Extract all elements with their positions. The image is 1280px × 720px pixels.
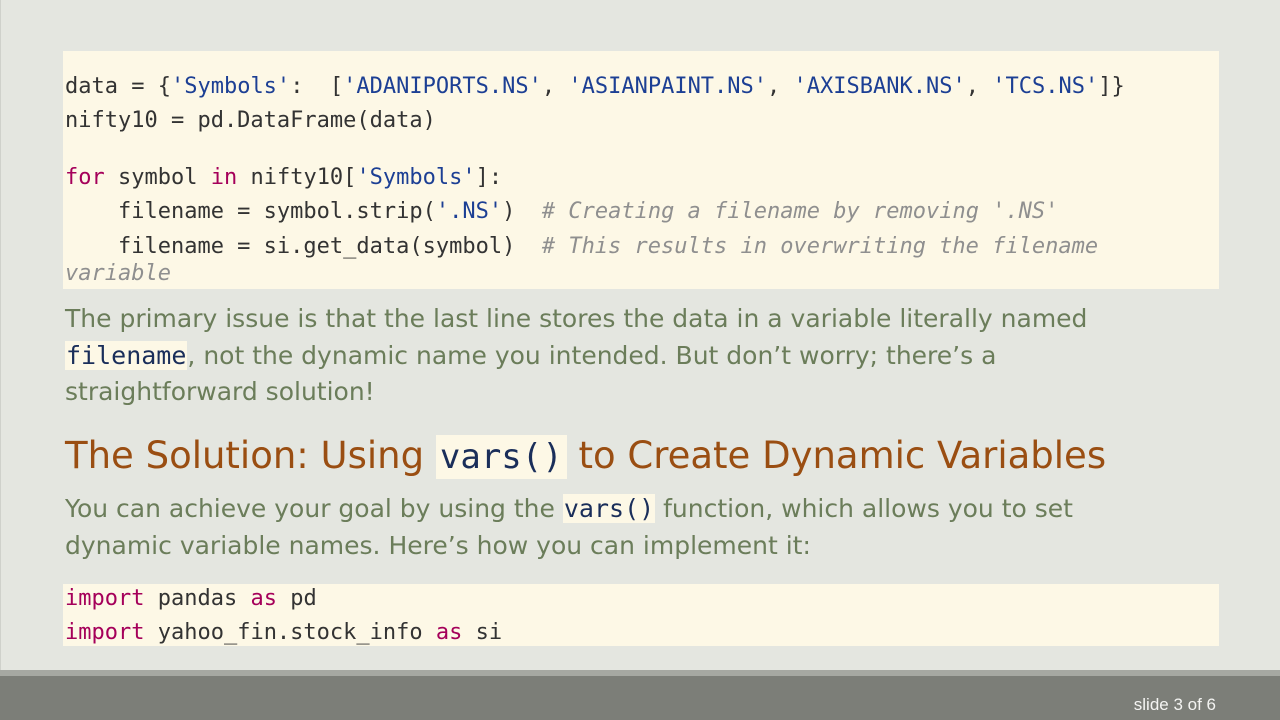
footer-bar: slide 3 of 6 (0, 676, 1280, 720)
paragraph-text: , not the dynamic name you intended. But… (187, 340, 997, 370)
inline-code-filename: filename (65, 340, 188, 370)
code-comment: # Creating a filename by removing '.NS' (541, 199, 1059, 224)
code-keyword: import (65, 586, 145, 611)
code-string: '.NS' (435, 199, 503, 224)
code-line-6: variable (65, 261, 171, 287)
code-token: nifty10[ (237, 165, 357, 190)
code-keyword: import (65, 620, 145, 645)
code-token: yahoo_fin.stock_info (144, 620, 436, 645)
code-token: , (541, 74, 569, 99)
code-token: : [ (290, 74, 344, 99)
code-line-4: filename = symbol.strip('.NS') # Creatin… (65, 197, 1058, 227)
code-line-1: data = {'Symbols': ['ADANIPORTS.NS', 'AS… (65, 72, 1125, 102)
code-line-2: nifty10 = pd.DataFrame(data) (65, 108, 436, 133)
paragraph-line: The primary issue is that the last line … (65, 304, 1088, 333)
paragraph-line: straightforward solution! (65, 377, 375, 406)
code-token: , (767, 74, 794, 99)
code-line-2: import yahoo_fin.stock_info as si (65, 618, 502, 648)
slide: data = {'Symbols': ['ADANIPORTS.NS', 'AS… (0, 0, 1280, 670)
code-token: , (965, 74, 993, 99)
paragraph-line: filename, not the dynamic name you inten… (65, 338, 1215, 375)
code-token: data = { (65, 74, 171, 99)
paragraph-text: You can achieve your goal by using the (65, 494, 563, 523)
code-token: ]: (475, 165, 503, 190)
code-keyword: for (65, 165, 105, 190)
code-token: symbol (104, 165, 211, 190)
code-token: ]} (1098, 74, 1125, 99)
code-token: pd (276, 586, 317, 611)
code-string: 'ASIANPAINT.NS' (568, 74, 768, 99)
code-string: 'AXISBANK.NS' (793, 74, 966, 99)
code-keyword: in (210, 165, 238, 190)
code-token: ) (502, 199, 542, 224)
heading-text: to Create Dynamic Variables (566, 434, 1107, 477)
paragraph-issue: The primary issue is that the last line … (65, 301, 1215, 411)
paragraph-solution: You can achieve your goal by using the v… (65, 491, 1215, 564)
code-block-bottom: import pandas as pd import yahoo_fin.sto… (63, 584, 1219, 646)
code-string: 'TCS.NS' (992, 74, 1099, 99)
heading-text: The Solution: Using (65, 434, 436, 477)
code-string: 'Symbols' (356, 165, 476, 190)
code-keyword: as (435, 620, 463, 645)
code-line-3: for symbol in nifty10['Symbols']: (65, 163, 502, 193)
inline-code-vars: vars() (435, 435, 567, 479)
paragraph-line: You can achieve your goal by using the v… (65, 491, 1215, 528)
code-block-top: data = {'Symbols': ['ADANIPORTS.NS', 'AS… (63, 51, 1219, 289)
slide-counter: slide 3 of 6 (1133, 695, 1216, 714)
code-token: filename = si.get_data(symbol) (65, 234, 542, 259)
code-comment: variable (65, 261, 171, 286)
code-comment: # This results in overwriting the filena… (541, 234, 1099, 259)
code-token: si (462, 620, 503, 645)
code-keyword: as (250, 586, 277, 611)
code-string: 'Symbols' (170, 74, 291, 99)
paragraph-text: function, which allows you to set (655, 494, 1073, 523)
code-string: 'ADANIPORTS.NS' (343, 74, 542, 99)
code-line-1: import pandas as pd (65, 584, 317, 614)
inline-code-vars: vars() (562, 494, 656, 523)
code-token: filename = symbol.strip( (65, 199, 436, 224)
code-token: pandas (144, 586, 251, 611)
section-heading: The Solution: Using vars() to Create Dyn… (65, 428, 1106, 485)
code-line-5: filename = si.get_data(symbol) # This re… (65, 232, 1098, 262)
paragraph-line: dynamic variable names. Here’s how you c… (65, 530, 811, 560)
